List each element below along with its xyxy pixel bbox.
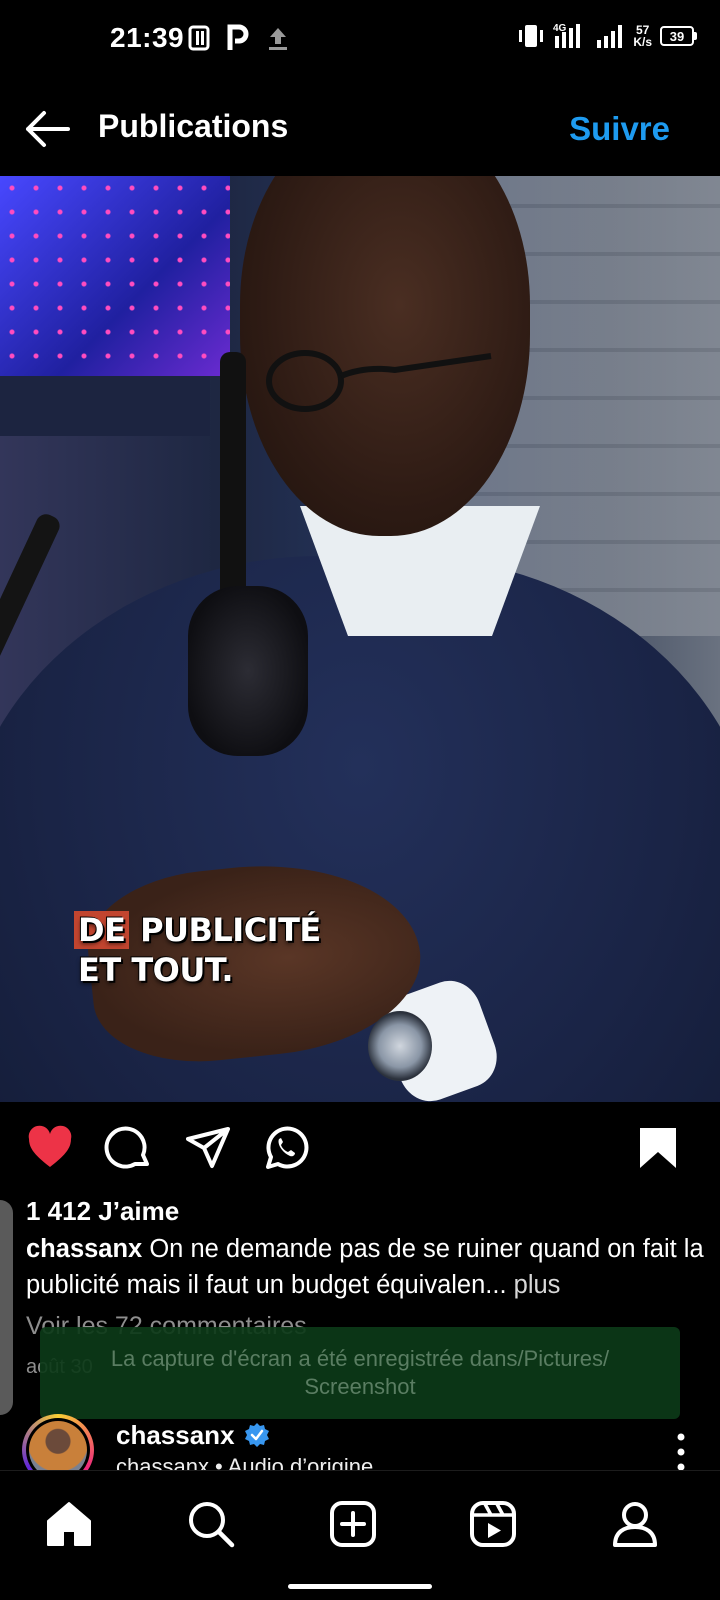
speaker-glasses <box>266 350 492 412</box>
upload-icon <box>269 28 287 50</box>
battery-icon: 39 <box>660 26 697 46</box>
status-time: 21:39 <box>110 22 185 53</box>
follow-button[interactable]: Suivre <box>569 110 670 148</box>
post-caption: chassanx On ne demande pas de se ruiner … <box>26 1231 706 1303</box>
profile-icon[interactable] <box>610 1499 660 1549</box>
page-title: Publications <box>98 108 289 144</box>
video-caption-line-1: DE PUBLICITÉ <box>74 910 321 950</box>
likes-count[interactable]: 1 412 J’aime <box>26 1196 179 1227</box>
avatar[interactable] <box>22 1414 94 1470</box>
net-speed-unit: K/s <box>633 35 652 49</box>
net-speed: 57 K/s <box>633 24 652 48</box>
battery-level: 39 <box>669 28 685 44</box>
share-icon[interactable] <box>184 1124 232 1172</box>
status-right: 4G 57 K/s 39 <box>517 22 697 50</box>
back-arrow-icon[interactable] <box>22 104 72 154</box>
bookmark-icon[interactable] <box>634 1124 682 1172</box>
heart-icon[interactable] <box>26 1124 74 1172</box>
avatar-image <box>29 1421 87 1470</box>
screenshot-icon <box>188 25 210 51</box>
background-screen-base <box>0 376 210 436</box>
post-video[interactable]: DE PUBLICITÉ ET TOUT. <box>0 176 720 1102</box>
more-options-icon[interactable] <box>676 1432 686 1470</box>
status-bar: 21:39 4G 57 K/s 39 <box>0 0 720 80</box>
next-post-audio[interactable]: chassanx • Audio d’origine <box>116 1454 373 1470</box>
create-icon[interactable] <box>328 1499 378 1549</box>
toast-line-1: La capture d'écran a été enregistrée dan… <box>110 1346 610 1371</box>
verified-badge-icon <box>245 1423 269 1447</box>
speaker-watch <box>368 1011 432 1081</box>
search-icon[interactable] <box>186 1499 236 1549</box>
home-indicator[interactable] <box>288 1584 432 1589</box>
toast-line-2: Screenshot <box>304 1374 416 1399</box>
next-post-username[interactable]: chassanx <box>116 1420 235 1451</box>
reels-icon[interactable] <box>468 1499 518 1549</box>
home-icon[interactable] <box>44 1499 94 1549</box>
screenshot-toast: La capture d'écran a été enregistrée dan… <box>40 1327 680 1419</box>
microphone <box>188 586 308 756</box>
next-post-header: chassanx chassanx • Audio d’origine <box>0 1414 720 1470</box>
comment-icon[interactable] <box>104 1124 152 1172</box>
action-bar <box>0 1102 720 1186</box>
video-caption-line-2: ET TOUT. <box>78 951 233 989</box>
caption-author[interactable]: chassanx <box>26 1235 142 1263</box>
whatsapp-icon[interactable] <box>262 1124 310 1172</box>
edge-handle[interactable] <box>0 1200 13 1415</box>
header: Publications Suivre <box>0 80 720 176</box>
avatar-ring-gap <box>26 1418 90 1470</box>
video-caption: DE PUBLICITÉ ET TOUT. <box>74 910 321 990</box>
signal-2-icon <box>597 25 623 48</box>
background-led-screen <box>0 176 230 376</box>
parking-app-icon <box>227 24 249 50</box>
video-caption-rest: PUBLICITÉ <box>140 911 321 949</box>
signal-icon: 4G <box>553 23 581 48</box>
vibrate-icon <box>519 25 544 47</box>
bottom-navigation <box>0 1470 720 1571</box>
video-caption-highlight: DE <box>74 911 130 949</box>
caption-more-link[interactable]: plus <box>514 1271 561 1299</box>
